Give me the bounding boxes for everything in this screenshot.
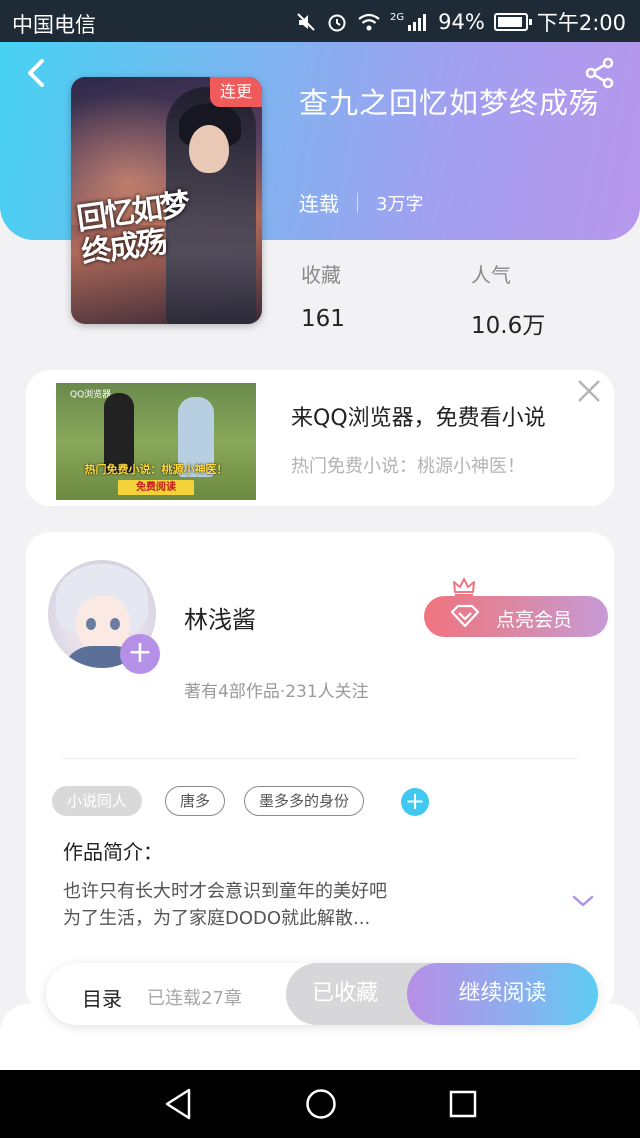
stat-value: 10.6万 [471,313,546,339]
chevron-down-icon[interactable] [572,894,594,908]
carrier-label: 中国电信 [12,13,96,37]
intro-line: 也许只有长大时才会意识到童年的美好吧 [63,881,387,902]
diamond-icon [450,604,480,628]
author-card: + 林浅酱 著有4部作品·231人关注 点亮会员 小说同人 唐多 墨多多的身份 … [26,532,614,1012]
intro-label: 作品简介： [63,840,163,864]
intro-text: 也许只有长大时才会意识到童年的美好吧 为了生活，为了家庭DODO就此解散... [63,878,483,932]
add-tag-plus-icon[interactable]: + [401,788,429,816]
nav-recents-icon[interactable] [448,1087,478,1121]
stat-favorites: 收藏 161 [301,259,345,332]
book-status: 连载 [299,192,339,216]
battery-percent: 94% [438,10,485,34]
system-nav-bar [0,1070,640,1138]
vip-activate-button[interactable]: 点亮会员 [424,596,608,637]
chapter-count: 已连载27章 [147,988,242,1009]
tag-chip[interactable]: 小说同人 [52,786,143,816]
book-title: 查九之回忆如梦终成殇 [299,86,600,120]
avatar-eye [86,618,96,630]
book-word-count: 3万字 [376,193,424,215]
stat-label: 人气 [471,263,511,287]
ad-thumbnail: QQ浏览器 热门免费小说：桃源小神医！ 免费阅读 [56,383,256,500]
wifi-icon [358,13,380,31]
avatar-eye [110,618,120,630]
close-icon[interactable] [574,376,604,406]
toc-link[interactable]: 目录 [82,983,122,1012]
ad-subtitle: 热门免费小说：桃源小神医！ [291,456,525,477]
status-icons: 2G 94% 下午2:00 [295,7,626,37]
stat-value: 161 [301,306,345,332]
ad-thumb-logo: QQ浏览器 [70,390,112,400]
continue-reading-button[interactable]: 继续阅读 [407,963,598,1025]
intro-line: 为了生活，为了家庭DODO就此解散... [63,908,371,929]
book-cover[interactable]: 回忆如梦终成殇 连更 [71,77,262,324]
tag-chip[interactable]: 唐多 [165,786,226,816]
divider [62,758,578,759]
book-meta: 连载 3万字 [299,188,423,217]
signal-icon [408,14,427,31]
nav-home-icon[interactable] [304,1087,338,1121]
meta-divider [357,192,358,213]
stat-popularity: 人气 10.6万 [471,259,545,340]
mute-icon [297,13,315,31]
back-arrow-icon[interactable] [22,56,52,90]
reading-action-bar: 目录 已连载27章 已收藏 继续阅读 [46,963,598,1025]
serial-update-badge: 连更 [210,77,262,107]
tag-chip[interactable]: 墨多多的身份 [244,786,365,816]
nav-back-icon[interactable] [163,1087,193,1121]
crown-icon [453,578,475,596]
status-bar: 中国电信 2G 94% 下午2:00 [0,0,640,42]
clock: 下午2:00 [536,11,626,35]
ad-banner[interactable]: QQ浏览器 热门免费小说：桃源小神医！ 免费阅读 来QQ浏览器，免费看小说 热门… [26,370,614,506]
battery-icon [493,13,532,31]
stat-label: 收藏 [301,263,341,287]
ad-thumb-button: 免费阅读 [118,480,194,495]
author-name[interactable]: 林浅酱 [184,600,256,635]
vip-button-label: 点亮会员 [496,609,573,631]
cover-face [189,125,229,173]
follow-plus-icon[interactable]: + [120,634,160,674]
ad-title: 来QQ浏览器，免费看小说 [291,406,546,431]
alarm-icon [328,14,346,32]
author-stats: 著有4部作品·231人关注 [184,682,369,702]
network-type-label: 2G [390,11,405,23]
ad-thumb-caption: 热门免费小说：桃源小神医！ [84,463,228,476]
